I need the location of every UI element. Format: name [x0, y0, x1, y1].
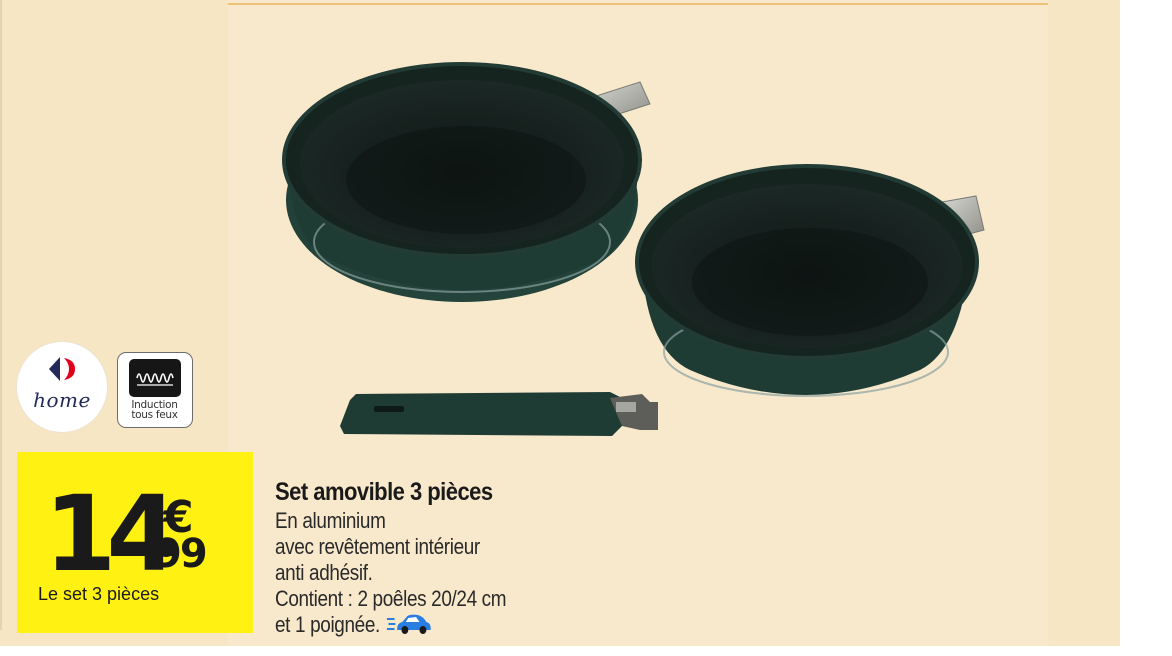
description-line-2: avec revêtement intérieur [275, 534, 480, 559]
left-divider [0, 0, 2, 630]
description-line-5-wrap: et 1 poignée. [275, 612, 550, 638]
product-image [282, 62, 985, 436]
removable-handle [340, 392, 658, 436]
carrefour-icon [49, 357, 75, 381]
description-line-4: Contient : 2 poêles 20/24 cm [275, 586, 507, 611]
induction-label-line2: tous feux [131, 409, 178, 421]
induction-coil-icon [129, 359, 181, 397]
product-description: En aluminium avec revêtement intérieur a… [275, 508, 550, 638]
price-cents: 99 [154, 531, 208, 577]
carrefour-home-logo: home [17, 342, 107, 432]
price-integer: 14 [44, 473, 179, 595]
induction-badge: Induction tous feux [117, 352, 193, 428]
description-line-3: anti adhésif. [275, 560, 373, 585]
price-unit: Le set 3 pièces [38, 584, 160, 604]
delivery-car-icon [386, 614, 431, 634]
right-margin [1120, 0, 1172, 656]
product-title: Set amovible 3 pièces [275, 478, 493, 506]
top-divider [228, 3, 1048, 5]
induction-label: Induction tous feux [118, 400, 191, 421]
description-line-5: et 1 poignée. [275, 612, 380, 637]
logo-text: home [33, 388, 91, 412]
small-pan [635, 164, 985, 397]
price-box: 14 € 99 Le set 3 pièces [17, 452, 253, 633]
bottom-margin [0, 646, 1172, 656]
description-line-1: En aluminium [275, 508, 386, 533]
large-pan [282, 62, 651, 302]
